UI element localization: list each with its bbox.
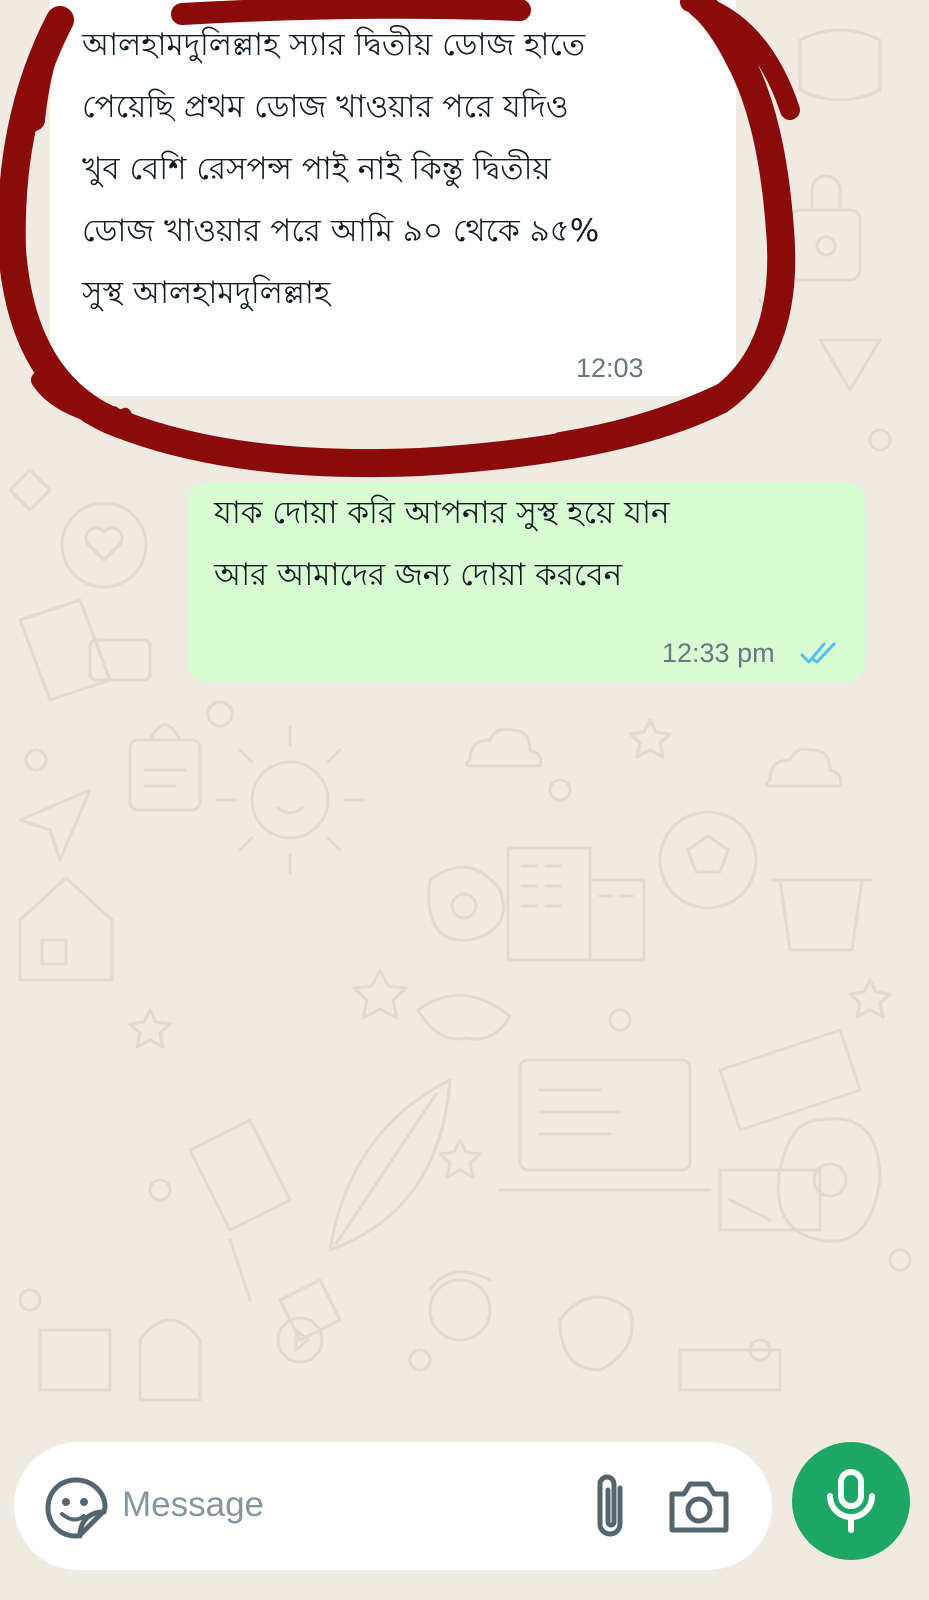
camera-icon[interactable] (666, 1476, 732, 1536)
message-text: যাক দোয়া করি আপনার সুস্থ হয়ে যান আর আম… (214, 495, 670, 593)
double-check-read-icon (800, 642, 836, 664)
attach-icon[interactable] (586, 1470, 634, 1546)
message-composer (14, 1442, 772, 1570)
sticker-icon[interactable] (44, 1476, 108, 1540)
message-text: আলহামদুলিল্লাহ স্যার দ্বিতীয় ডোজ হাতে প… (82, 27, 600, 311)
message-time: 12:03 (576, 353, 644, 383)
message-time: 12:33 pm (662, 638, 775, 668)
incoming-message-bubble[interactable]: আলহামদুলিল্লাহ স্যার দ্বিতীয় ডোজ হাতে প… (50, 0, 736, 396)
message-input[interactable] (122, 1472, 562, 1538)
mic-icon (827, 1469, 875, 1533)
mic-button[interactable] (792, 1442, 910, 1560)
